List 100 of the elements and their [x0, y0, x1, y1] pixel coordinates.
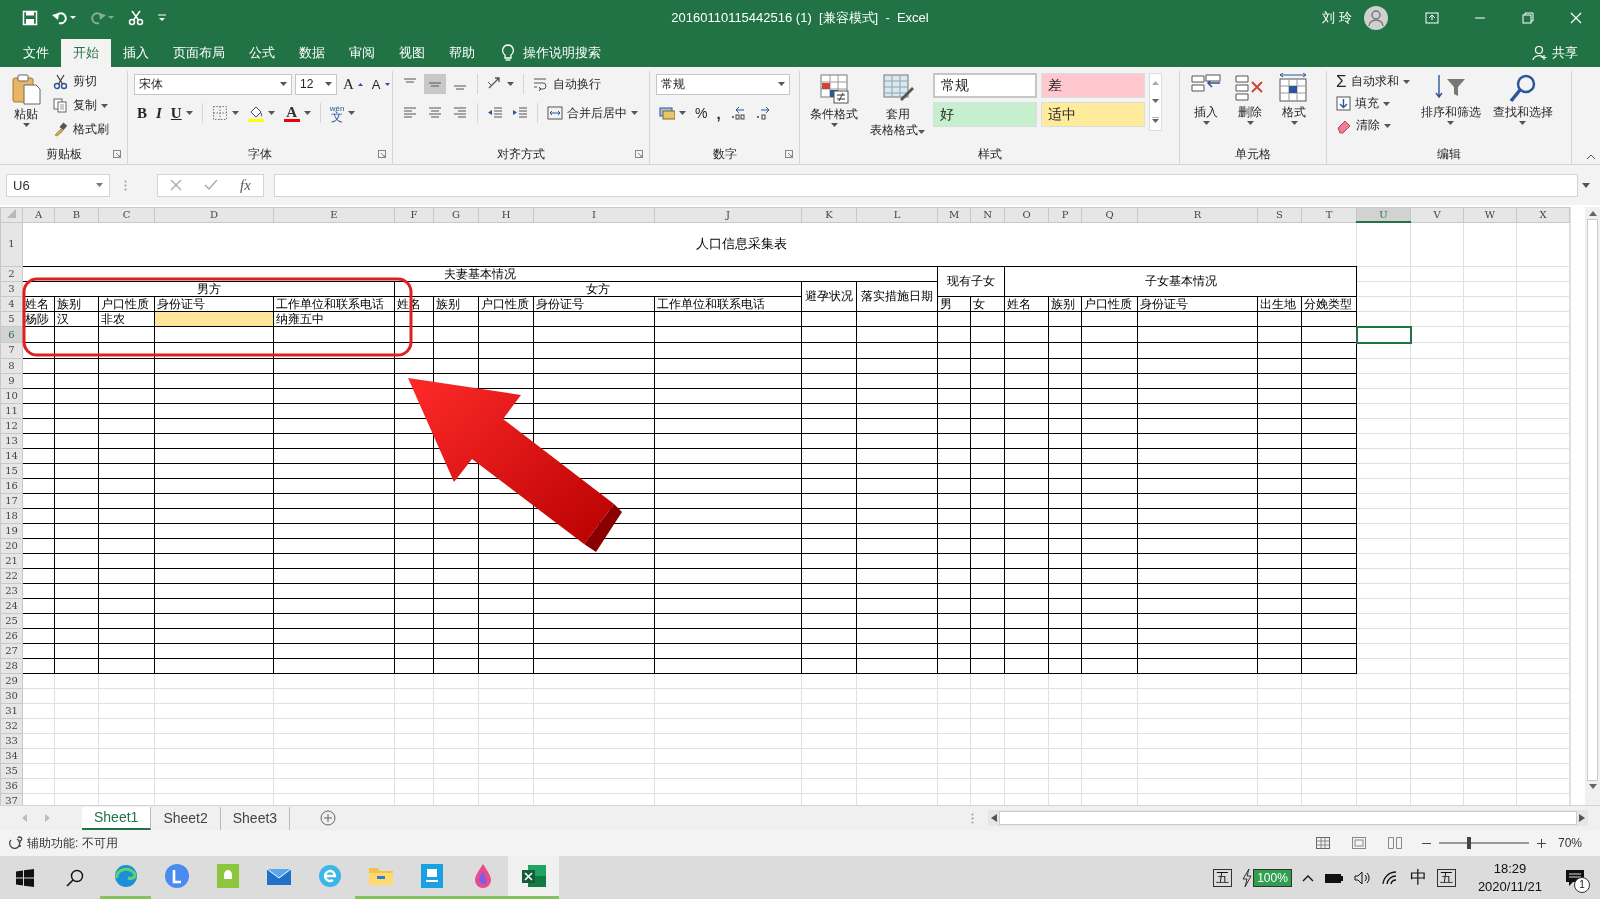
column-header[interactable]: G: [433, 207, 479, 222]
undo-icon[interactable]: [52, 9, 76, 26]
ribbon-tab[interactable]: 视图: [387, 39, 437, 67]
column-header[interactable]: D: [154, 207, 274, 222]
scroll-right-icon[interactable]: [1579, 814, 1585, 822]
underline-button[interactable]: U: [167, 102, 196, 124]
cut-button[interactable]: 剪切: [50, 71, 112, 92]
selected-cell[interactable]: [1356, 326, 1411, 343]
format-cells-button[interactable]: 格式: [1274, 71, 1314, 127]
wrap-text-icon[interactable]: [533, 76, 549, 92]
close-icon[interactable]: [1569, 10, 1583, 25]
column-header[interactable]: J: [654, 207, 802, 222]
windows-start-icon[interactable]: [16, 868, 34, 887]
caret-icon[interactable]: [679, 111, 686, 115]
scissors-icon[interactable]: [128, 9, 144, 26]
column-header[interactable]: R: [1137, 207, 1258, 222]
delete-cells-icon[interactable]: [1234, 73, 1266, 103]
clipboard-icon[interactable]: [10, 73, 42, 105]
column-header[interactable]: M: [937, 207, 971, 222]
cell-style-item[interactable]: 适中: [1041, 102, 1145, 127]
number-format-field[interactable]: 常规: [656, 73, 790, 95]
format-cells-icon[interactable]: [1278, 73, 1310, 103]
ime-mode-indicator[interactable]: 五: [1213, 868, 1233, 887]
scroll-down-icon[interactable]: [1588, 784, 1597, 789]
delete-cells-button[interactable]: 删除: [1230, 71, 1270, 127]
chevron-up-icon[interactable]: [1301, 873, 1314, 882]
conditional-format-button[interactable]: 条件格式: [806, 71, 862, 129]
ribbon-tab[interactable]: 公式: [237, 39, 287, 67]
cell-style-item[interactable]: 好: [933, 102, 1037, 127]
dialog-launcher-icon[interactable]: [635, 150, 643, 158]
cell-style-item[interactable]: 常规: [933, 73, 1037, 98]
clock[interactable]: 18:29 2020/11/21: [1471, 858, 1548, 897]
dialog-launcher-icon[interactable]: [785, 150, 793, 158]
caret-icon[interactable]: [185, 111, 193, 115]
money-icon[interactable]: [659, 105, 675, 121]
dialog-launcher-icon[interactable]: [113, 150, 121, 158]
caret-icon[interactable]: [778, 82, 785, 86]
brush-icon[interactable]: [53, 121, 69, 138]
lightbulb-icon[interactable]: [501, 44, 515, 62]
column-header[interactable]: H: [478, 207, 534, 222]
font-color-button[interactable]: A: [280, 102, 314, 124]
cell-style-item[interactable]: 差: [1041, 73, 1145, 98]
border-icon[interactable]: [211, 105, 228, 121]
shrink-font-button[interactable]: A: [368, 74, 393, 94]
column-header[interactable]: E: [273, 207, 395, 222]
restore-icon[interactable]: [1521, 10, 1535, 25]
column-header[interactable]: L: [856, 207, 938, 222]
ime-indicator[interactable]: 五: [1436, 868, 1456, 887]
column-header[interactable]: B: [54, 207, 99, 222]
tell-me-search[interactable]: 操作说明搜索: [523, 44, 601, 62]
ribbon-tab[interactable]: 审阅: [337, 39, 387, 67]
column-header[interactable]: N: [970, 207, 1005, 222]
phonetic-button[interactable]: wén 文: [326, 102, 359, 124]
caret-icon[interactable]: [101, 103, 108, 108]
input-language[interactable]: 中: [1409, 866, 1427, 889]
scroll-left-icon[interactable]: [991, 814, 997, 822]
grow-font-button[interactable]: A: [340, 73, 366, 95]
sheet-tab[interactable]: Sheet3: [220, 806, 291, 830]
caret-icon[interactable]: [1290, 121, 1298, 125]
column-header[interactable]: X: [1516, 207, 1570, 222]
ribbon-display-icon[interactable]: [1425, 10, 1439, 25]
caret-icon[interactable]: [303, 111, 311, 115]
format-as-table-button[interactable]: 套用 表格格式: [866, 71, 929, 139]
paste-button[interactable]: 粘贴: [6, 71, 46, 129]
caret-icon[interactable]: [1246, 121, 1254, 125]
merge-icon[interactable]: [547, 105, 563, 121]
dialog-launcher-icon[interactable]: [378, 150, 386, 158]
add-sheet-icon[interactable]: [320, 810, 337, 826]
ribbon-tab[interactable]: 数据: [287, 39, 337, 67]
percent-button[interactable]: %: [692, 103, 711, 123]
sheet-tab[interactable]: Sheet2: [151, 806, 221, 830]
copy-button[interactable]: 复制: [50, 95, 112, 116]
insert-function-button[interactable]: fx: [240, 176, 251, 194]
column-header[interactable]: T: [1301, 207, 1357, 222]
battery-icon[interactable]: [1323, 871, 1344, 884]
column-header[interactable]: Q: [1081, 207, 1138, 222]
caret-icon[interactable]: [631, 111, 638, 115]
italic-button[interactable]: I: [153, 102, 165, 124]
scroll-up-icon[interactable]: [1588, 211, 1597, 216]
bold-button[interactable]: B: [134, 102, 150, 124]
page-layout-icon[interactable]: [1351, 837, 1366, 849]
caret-icon[interactable]: [22, 123, 30, 127]
insert-cells-button[interactable]: 插入: [1186, 71, 1226, 127]
split-handle-icon[interactable]: [971, 812, 974, 824]
caret-icon[interactable]: [348, 111, 356, 115]
share-button[interactable]: 共享: [1552, 44, 1578, 62]
font-size-field[interactable]: 12: [295, 73, 337, 95]
column-header[interactable]: S: [1257, 207, 1302, 222]
ribbon-tab[interactable]: 文件: [11, 39, 61, 67]
caret-icon[interactable]: [1384, 123, 1391, 128]
caret-icon[interactable]: [830, 123, 838, 127]
find-select-button[interactable]: 查找和选择: [1488, 71, 1557, 127]
sort-filter-button[interactable]: 排序和筛选: [1416, 71, 1485, 127]
zoom-slider-thumb[interactable]: [1466, 837, 1471, 849]
caret-icon[interactable]: [280, 82, 287, 86]
autosum-button[interactable]: Σ 自动求和: [1333, 71, 1413, 92]
column-header[interactable]: C: [98, 207, 155, 222]
column-header[interactable]: U: [1356, 207, 1411, 222]
normal-view-icon[interactable]: [1315, 837, 1330, 849]
ribbon-tab[interactable]: 插入: [111, 39, 161, 67]
